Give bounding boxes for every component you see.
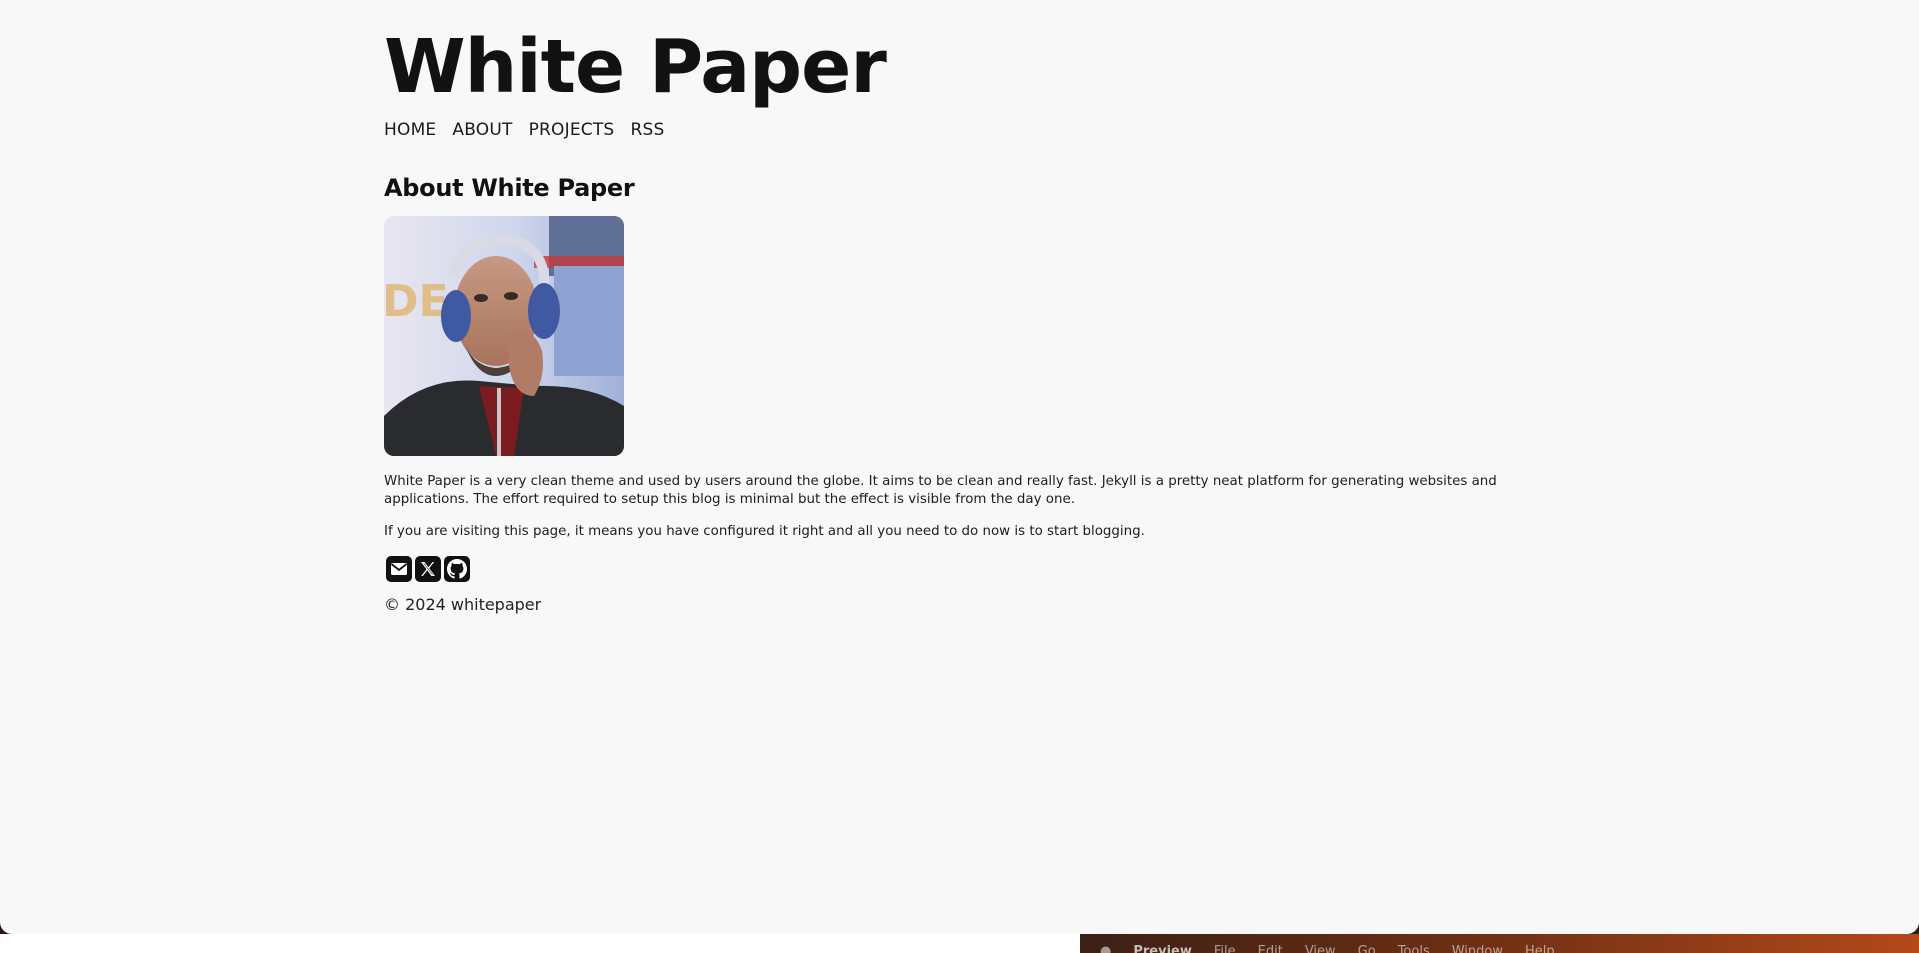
macos-menubar: ● Preview File Edit View Go Tools Window… [1080, 934, 1919, 953]
menubar-item-view[interactable]: View [1305, 944, 1336, 953]
nav-item-home[interactable]: HOME [384, 120, 436, 140]
x-icon [421, 562, 435, 576]
email-link[interactable] [386, 556, 412, 582]
menubar-item-tools[interactable]: Tools [1398, 944, 1430, 953]
menubar-app-name[interactable]: Preview [1133, 944, 1192, 953]
social-links [384, 556, 1534, 582]
page-content: White Paper HOME ABOUT PROJECTS RSS Abou… [384, 22, 1534, 614]
apple-icon[interactable]: ● [1100, 944, 1111, 953]
site-title[interactable]: White Paper [384, 22, 1534, 112]
svg-text:DE: DE [384, 276, 449, 327]
page-heading: About White Paper [384, 174, 635, 202]
background-window-strip [0, 934, 1080, 953]
menubar-item-go[interactable]: Go [1358, 944, 1376, 953]
x-link[interactable] [415, 556, 441, 582]
copyright: © 2024 whitepaper [384, 595, 542, 614]
main-nav: HOME ABOUT PROJECTS RSS [384, 120, 1534, 140]
about-paragraph: White Paper is a very clean theme and us… [384, 474, 1497, 507]
menubar-item-help[interactable]: Help [1525, 944, 1555, 953]
about-paragraph: If you are visiting this page, it means … [384, 524, 1145, 539]
nav-item-projects[interactable]: PROJECTS [529, 120, 615, 140]
github-icon [447, 559, 467, 579]
profile-photo: DE [384, 216, 624, 456]
menubar-item-window[interactable]: Window [1452, 944, 1503, 953]
menubar-item-edit[interactable]: Edit [1258, 944, 1283, 953]
menubar-item-file[interactable]: File [1214, 944, 1236, 953]
nav-item-rss[interactable]: RSS [630, 120, 664, 140]
email-icon [390, 563, 408, 575]
browser-page: White Paper HOME ABOUT PROJECTS RSS Abou… [0, 0, 1919, 934]
nav-item-about[interactable]: ABOUT [452, 120, 512, 140]
github-link[interactable] [444, 556, 470, 582]
